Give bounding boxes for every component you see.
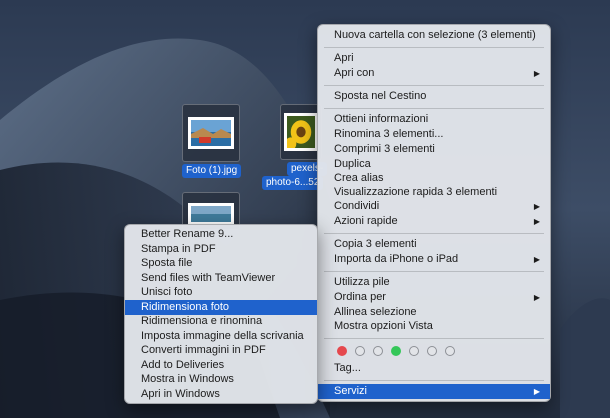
menu-item-share[interactable]: Condividi ▶ bbox=[318, 199, 550, 214]
menu-item-label: Importa da iPhone o iPad bbox=[334, 253, 459, 265]
menu-item-get-info[interactable]: Ottieni informazioni bbox=[318, 112, 550, 127]
services-item[interactable]: Stampa in PDF bbox=[125, 242, 317, 257]
tag-color-dot[interactable] bbox=[409, 346, 419, 356]
menu-item-label: Azioni rapide bbox=[334, 215, 398, 227]
menu-separator bbox=[324, 233, 544, 234]
menu-item-services[interactable]: Servizi ▶ bbox=[318, 384, 550, 399]
photo-thumbnail bbox=[188, 203, 234, 225]
tag-color-dot[interactable] bbox=[427, 346, 437, 356]
menu-item-label: Ordina per bbox=[334, 291, 386, 303]
menu-item-rename[interactable]: Rinomina 3 elementi... bbox=[318, 127, 550, 142]
submenu-arrow-icon: ▶ bbox=[533, 293, 540, 302]
menu-item-open-with[interactable]: Apri con ▶ bbox=[318, 66, 550, 81]
menu-item-open[interactable]: Apri bbox=[318, 51, 550, 66]
menu-item-move-to-trash[interactable]: Sposta nel Cestino bbox=[318, 89, 550, 104]
menu-item-compress[interactable]: Comprimi 3 elementi bbox=[318, 142, 550, 157]
menu-item-sort-by[interactable]: Ordina per ▶ bbox=[318, 290, 550, 305]
menu-item-import[interactable]: Importa da iPhone o iPad ▶ bbox=[318, 252, 550, 267]
menu-item-copy[interactable]: Copia 3 elementi bbox=[318, 237, 550, 252]
submenu-arrow-icon: ▶ bbox=[533, 255, 540, 264]
submenu-arrow-icon: ▶ bbox=[533, 217, 540, 226]
menu-item-make-alias[interactable]: Crea alias bbox=[318, 171, 550, 186]
tag-color-dot[interactable] bbox=[445, 346, 455, 356]
menu-item-quick-look[interactable]: Visualizzazione rapida 3 elementi bbox=[318, 185, 550, 200]
menu-item-view-options[interactable]: Mostra opzioni Vista bbox=[318, 319, 550, 334]
submenu-arrow-icon: ▶ bbox=[533, 202, 540, 211]
menu-separator bbox=[324, 108, 544, 109]
file-name-label: Foto (1).jpg bbox=[182, 164, 242, 178]
menu-item-use-stacks[interactable]: Utilizza pile bbox=[318, 275, 550, 290]
services-item[interactable]: Send files with TeamViewer bbox=[125, 271, 317, 286]
services-item[interactable]: Apri in Windows bbox=[125, 387, 317, 402]
tag-color-dot[interactable] bbox=[373, 346, 383, 356]
services-item[interactable]: Add to Deliveries bbox=[125, 358, 317, 373]
menu-item-align-selection[interactable]: Allinea selezione bbox=[318, 305, 550, 320]
menu-item-duplicate[interactable]: Duplica bbox=[318, 157, 550, 172]
thumbnail-frame bbox=[280, 104, 322, 160]
menu-item-new-folder[interactable]: Nuova cartella con selezione (3 elementi… bbox=[318, 28, 550, 43]
photo-thumbnail bbox=[284, 113, 318, 151]
services-item[interactable]: Converti immagini in PDF bbox=[125, 343, 317, 358]
services-item[interactable]: Ridimensiona e rinomina bbox=[125, 314, 317, 329]
file-icon-pexels[interactable]: pexels- photo-6...52 bbox=[260, 104, 328, 190]
file-name-label-line2: photo-6...52 bbox=[262, 176, 324, 190]
tag-color-dot[interactable] bbox=[391, 346, 401, 356]
menu-separator bbox=[324, 85, 544, 86]
menu-separator bbox=[324, 380, 544, 381]
services-submenu: Better Rename 9... Stampa in PDF Sposta fi… bbox=[124, 224, 318, 404]
context-menu: Nuova cartella con selezione (3 elementi… bbox=[317, 24, 551, 402]
menu-item-quick-actions[interactable]: Azioni rapide ▶ bbox=[318, 214, 550, 229]
services-item[interactable]: Better Rename 9... bbox=[125, 227, 317, 242]
services-item[interactable]: Mostra in Windows bbox=[125, 372, 317, 387]
menu-separator bbox=[324, 338, 544, 339]
tag-color-dot[interactable] bbox=[337, 346, 347, 356]
services-item[interactable]: Imposta immagine della scrivania bbox=[125, 329, 317, 344]
submenu-arrow-icon: ▶ bbox=[533, 387, 540, 396]
menu-separator bbox=[324, 271, 544, 272]
submenu-arrow-icon: ▶ bbox=[533, 69, 540, 78]
services-item[interactable]: Sposta file bbox=[125, 256, 317, 271]
menu-item-label: Condividi bbox=[334, 200, 380, 212]
photo-thumbnail bbox=[188, 117, 234, 149]
file-icon-foto[interactable]: Foto (1).jpg bbox=[180, 104, 244, 184]
menu-item-label: Apri con bbox=[334, 67, 375, 79]
thumbnail-frame bbox=[182, 104, 240, 162]
tag-color-dot[interactable] bbox=[355, 346, 365, 356]
menu-item-label: Servizi bbox=[334, 385, 368, 397]
menu-item-tags[interactable]: Tag... bbox=[318, 361, 550, 376]
services-item[interactable]: Ridimensiona foto bbox=[125, 299, 317, 315]
services-item[interactable]: Unisci foto bbox=[125, 285, 317, 300]
menu-separator bbox=[324, 47, 544, 48]
